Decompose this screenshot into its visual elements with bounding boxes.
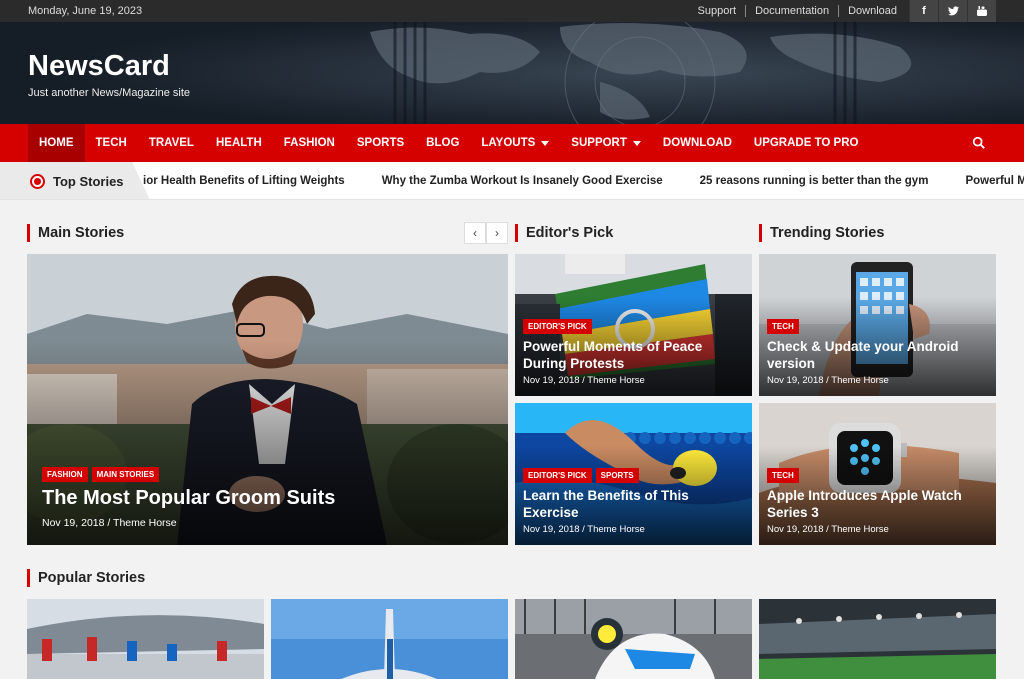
slider-arrows: ‹ › (464, 222, 508, 244)
nav-item-health[interactable]: HEALTH (205, 124, 273, 162)
nav-item-sports[interactable]: SPORTS (346, 124, 415, 162)
top-links: Support Documentation Download (689, 5, 906, 17)
trending-title[interactable]: Check & Update your Android version (767, 338, 977, 372)
editors-pick-tags: EDITOR'S PICK (523, 319, 592, 334)
top-link-download[interactable]: Download (838, 5, 906, 17)
category-tag[interactable]: TECH (767, 319, 799, 334)
facebook-icon[interactable]: f (909, 0, 938, 22)
ticker-item[interactable]: ior Health Benefits of Lifting Weights (143, 175, 345, 187)
popular-story-image (515, 599, 752, 679)
trending-card[interactable]: TECH Apple Introduces Apple Watch Series… (759, 403, 996, 545)
twitter-icon[interactable] (938, 0, 967, 22)
main-story-meta: Nov 19, 2018 / Theme Horse (42, 517, 177, 529)
section-title-main: Main Stories (27, 224, 124, 242)
main-story-title[interactable]: The Most Popular Groom Suits (42, 487, 492, 510)
ticker-label-text: Top Stories (53, 173, 124, 189)
popular-story-image (271, 599, 508, 679)
top-stories-ticker: ior Health Benefits of Lifting Weights W… (0, 162, 1024, 200)
trending-card[interactable]: TECH Check & Update your Android version… (759, 254, 996, 396)
main-navigation: HOME TECH TRAVEL HEALTH FASHION SPORTS B… (0, 124, 1024, 162)
ticker-label: Top Stories (0, 162, 150, 199)
ticker-item[interactable]: Why the Zumba Workout Is Insanely Good E… (382, 175, 663, 187)
top-bar: Monday, June 19, 2023 Support Documentat… (0, 0, 1024, 22)
trending-tags: TECH (767, 319, 799, 334)
site-tagline: Just another News/Magazine site (28, 87, 191, 99)
nav-item-tech[interactable]: TECH (85, 124, 138, 162)
category-tag[interactable]: EDITOR'S PICK (523, 319, 592, 334)
chevron-right-icon[interactable]: › (486, 222, 508, 244)
popular-story-image (27, 599, 264, 679)
editors-pick-tags: EDITOR'S PICK SPORTS (523, 468, 639, 483)
nav-item-upgrade[interactable]: UPGRADE TO PRO (743, 124, 870, 162)
nav-item-fashion[interactable]: FASHION (273, 124, 346, 162)
chevron-down-icon (632, 140, 641, 146)
main-story-card[interactable]: FASHION MAIN STORIES The Most Popular Gr… (27, 254, 508, 545)
main-story-tags: FASHION MAIN STORIES (42, 467, 160, 482)
category-tag[interactable]: MAIN STORIES (91, 467, 160, 482)
top-link-documentation[interactable]: Documentation (745, 5, 838, 17)
social-links: f (909, 0, 996, 22)
popular-story-card[interactable] (271, 599, 508, 679)
nav-item-support[interactable]: SUPPORT (560, 124, 652, 162)
category-tag[interactable]: EDITOR'S PICK (523, 468, 592, 483)
nav-item-layouts[interactable]: LAYOUTS (470, 124, 560, 162)
nav-item-layouts-label: LAYOUTS (481, 137, 536, 149)
section-title-editors-pick: Editor's Pick (515, 224, 613, 242)
chevron-down-icon (541, 140, 550, 146)
editors-pick-meta: Nov 19, 2018 / Theme Horse (523, 375, 645, 386)
popular-story-image (759, 599, 996, 679)
editors-pick-title[interactable]: Learn the Benefits of This Exercise (523, 487, 733, 521)
nav-item-support-label: SUPPORT (571, 137, 627, 149)
section-title-trending: Trending Stories (759, 224, 884, 242)
nav-item-download[interactable]: DOWNLOAD (652, 124, 743, 162)
popular-story-card[interactable] (27, 599, 264, 679)
trending-title[interactable]: Apple Introduces Apple Watch Series 3 (767, 487, 977, 521)
nav-item-blog[interactable]: BLOG (415, 124, 470, 162)
editors-pick-card[interactable]: EDITOR'S PICK Powerful Moments of Peace … (515, 254, 752, 396)
current-date: Monday, June 19, 2023 (28, 5, 143, 17)
editors-pick-meta: Nov 19, 2018 / Theme Horse (523, 524, 645, 535)
search-icon[interactable] (972, 136, 986, 150)
top-link-support[interactable]: Support (689, 5, 746, 17)
record-icon (30, 173, 45, 189)
trending-tags: TECH (767, 468, 799, 483)
popular-story-card[interactable] (759, 599, 996, 679)
category-tag[interactable]: SPORTS (595, 468, 639, 483)
category-tag[interactable]: TECH (767, 468, 799, 483)
site-header: NewsCard Just another News/Magazine site (0, 22, 1024, 124)
trending-meta: Nov 19, 2018 / Theme Horse (767, 375, 889, 386)
section-title-popular: Popular Stories (27, 569, 145, 587)
youtube-icon[interactable] (967, 0, 996, 22)
chevron-left-icon[interactable]: ‹ (464, 222, 486, 244)
category-tag[interactable]: FASHION (42, 467, 88, 482)
popular-story-card[interactable] (515, 599, 752, 679)
ticker-items: ior Health Benefits of Lifting Weights W… (143, 162, 1024, 199)
trending-meta: Nov 19, 2018 / Theme Horse (767, 524, 889, 535)
editors-pick-title[interactable]: Powerful Moments of Peace During Protest… (523, 338, 733, 372)
nav-item-home[interactable]: HOME (28, 124, 85, 162)
ticker-item[interactable]: Powerful Mom (965, 175, 1024, 187)
ticker-item[interactable]: 25 reasons running is better than the gy… (700, 175, 929, 187)
image-overlay (27, 341, 508, 545)
nav-item-travel[interactable]: TRAVEL (138, 124, 205, 162)
site-title[interactable]: NewsCard (28, 50, 170, 83)
editors-pick-card[interactable]: EDITOR'S PICK SPORTS Learn the Benefits … (515, 403, 752, 545)
